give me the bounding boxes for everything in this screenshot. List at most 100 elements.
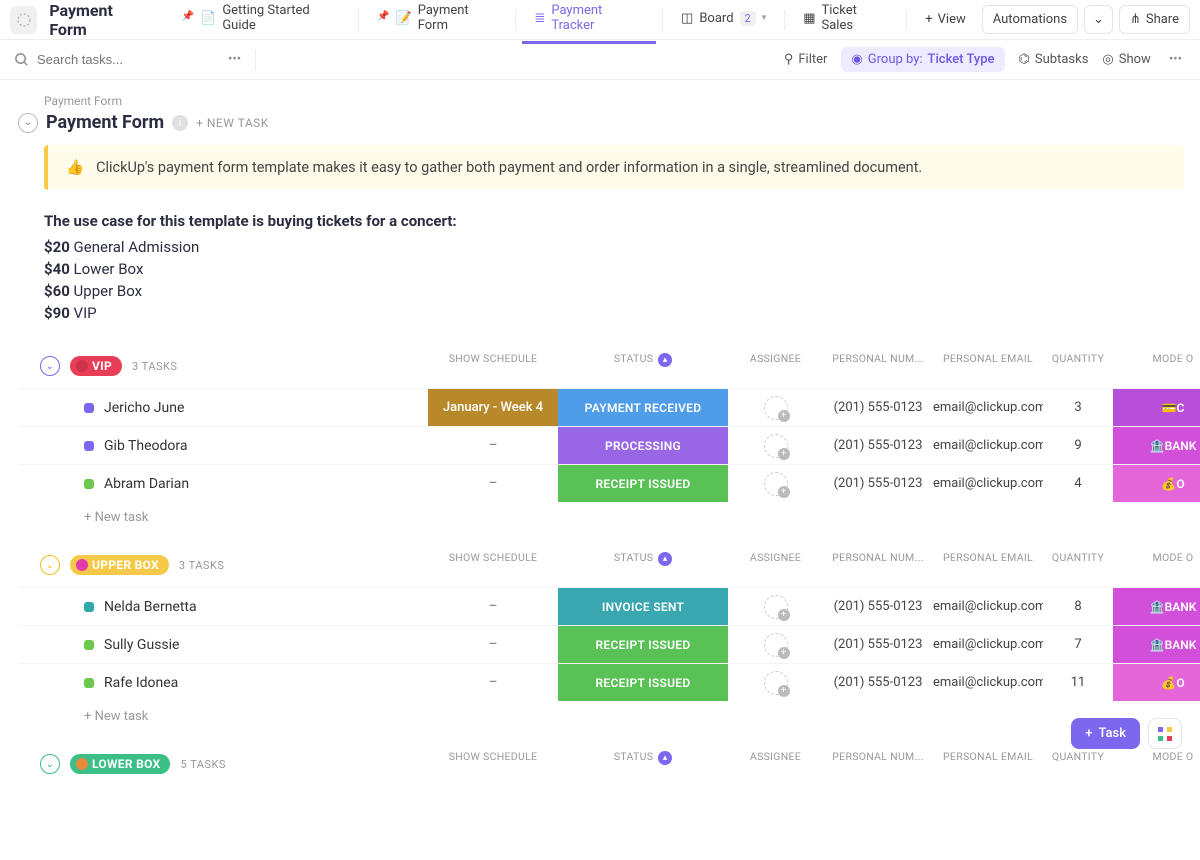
- quantity-cell[interactable]: 4: [1043, 476, 1113, 491]
- col-personal-num[interactable]: PERSONAL NUM...: [823, 547, 933, 587]
- personal-num-cell[interactable]: (201) 555-0123: [823, 637, 933, 652]
- col-show-schedule[interactable]: SHOW SCHEDULE: [428, 547, 558, 587]
- toolbar-more-icon[interactable]: •••: [1165, 48, 1186, 71]
- personal-email-cell[interactable]: email@clickup.com: [933, 400, 1043, 415]
- task-row[interactable]: Nelda Bernetta–INVOICE SENT(201) 555-012…: [18, 587, 1200, 625]
- sort-icon[interactable]: ▴: [658, 751, 672, 765]
- col-status[interactable]: STATUS ▴: [558, 746, 728, 786]
- app-icon[interactable]: [10, 6, 37, 34]
- task-name-cell[interactable]: Nelda Bernetta: [28, 599, 428, 615]
- assignee-cell[interactable]: [728, 671, 823, 695]
- quantity-cell[interactable]: 3: [1043, 400, 1113, 415]
- new-task-fab[interactable]: + Task: [1071, 718, 1140, 749]
- personal-num-cell[interactable]: (201) 555-0123: [823, 438, 933, 453]
- task-name-cell[interactable]: Jericho June: [28, 400, 428, 416]
- share-button[interactable]: ⋔ Share: [1119, 5, 1190, 34]
- group-collapse-icon[interactable]: ⌄: [40, 555, 60, 575]
- col-personal-email[interactable]: PERSONAL EMAIL: [933, 746, 1043, 786]
- schedule-cell[interactable]: –: [428, 427, 558, 464]
- mode-cell[interactable]: 🏦BANK: [1113, 427, 1200, 464]
- new-task-row[interactable]: + New task: [18, 502, 1200, 533]
- col-assignee[interactable]: ASSIGNEE: [728, 348, 823, 388]
- task-name-cell[interactable]: Sully Gussie: [28, 637, 428, 653]
- col-mode[interactable]: MODE O: [1113, 547, 1200, 587]
- tab-ticket-sales[interactable]: ▦ Ticket Sales: [791, 0, 900, 44]
- more-options-icon[interactable]: •••: [224, 48, 245, 71]
- task-name-cell[interactable]: Abram Darian: [28, 476, 428, 492]
- col-personal-num[interactable]: PERSONAL NUM...: [823, 348, 933, 388]
- group-chip[interactable]: UPPER BOX: [70, 555, 169, 575]
- assignee-cell[interactable]: [728, 434, 823, 458]
- col-show-schedule[interactable]: SHOW SCHEDULE: [428, 746, 558, 786]
- status-cell[interactable]: RECEIPT ISSUED: [558, 664, 728, 701]
- personal-num-cell[interactable]: (201) 555-0123: [823, 476, 933, 491]
- schedule-cell[interactable]: –: [428, 588, 558, 625]
- mode-cell[interactable]: 🏦BANK: [1113, 588, 1200, 625]
- collapse-all-icon[interactable]: ⌄: [18, 113, 38, 133]
- add-assignee-icon[interactable]: [764, 633, 788, 657]
- assignee-cell[interactable]: [728, 472, 823, 496]
- status-cell[interactable]: INVOICE SENT: [558, 588, 728, 625]
- subtasks-button[interactable]: ⌬ Subtasks: [1019, 52, 1089, 67]
- quantity-cell[interactable]: 11: [1043, 675, 1113, 690]
- new-task-row[interactable]: + New task: [18, 701, 1200, 732]
- col-assignee[interactable]: ASSIGNEE: [728, 547, 823, 587]
- mode-cell[interactable]: 💳C: [1113, 389, 1200, 426]
- schedule-cell[interactable]: January - Week 4: [428, 389, 558, 426]
- col-status[interactable]: STATUS ▴: [558, 547, 728, 587]
- group-chip[interactable]: LOWER BOX: [70, 754, 170, 774]
- col-quantity[interactable]: QUANTITY: [1043, 348, 1113, 388]
- quantity-cell[interactable]: 8: [1043, 599, 1113, 614]
- col-personal-email[interactable]: PERSONAL EMAIL: [933, 348, 1043, 388]
- info-icon[interactable]: i: [172, 115, 188, 131]
- breadcrumb[interactable]: Payment Form: [18, 94, 1200, 108]
- assignee-cell[interactable]: [728, 595, 823, 619]
- add-assignee-icon[interactable]: [764, 472, 788, 496]
- schedule-cell[interactable]: –: [428, 465, 558, 502]
- personal-num-cell[interactable]: (201) 555-0123: [823, 400, 933, 415]
- group-collapse-icon[interactable]: ⌄: [40, 754, 60, 774]
- search-input[interactable]: [37, 52, 187, 67]
- col-status[interactable]: STATUS ▴: [558, 348, 728, 388]
- status-cell[interactable]: PROCESSING: [558, 427, 728, 464]
- col-mode[interactable]: MODE O: [1113, 746, 1200, 786]
- status-cell[interactable]: RECEIPT ISSUED: [558, 465, 728, 502]
- automations-dropdown[interactable]: ⌄: [1084, 5, 1113, 34]
- task-name-cell[interactable]: Rafe Idonea: [28, 675, 428, 691]
- automations-button[interactable]: Automations: [982, 5, 1078, 34]
- schedule-cell[interactable]: –: [428, 626, 558, 663]
- mode-cell[interactable]: 💰O: [1113, 465, 1200, 502]
- task-row[interactable]: Gib Theodora–PROCESSING(201) 555-0123ema…: [18, 426, 1200, 464]
- schedule-cell[interactable]: –: [428, 664, 558, 701]
- apps-fab[interactable]: [1148, 718, 1182, 749]
- task-row[interactable]: Sully Gussie–RECEIPT ISSUED (201) 555-012…: [18, 625, 1200, 663]
- quantity-cell[interactable]: 7: [1043, 637, 1113, 652]
- personal-email-cell[interactable]: email@clickup.com: [933, 438, 1043, 453]
- tab-payment-form[interactable]: 📌 📝 Payment Form: [365, 0, 509, 44]
- personal-email-cell[interactable]: email@clickup.com: [933, 675, 1043, 690]
- mode-cell[interactable]: 🏦BANK: [1113, 626, 1200, 663]
- personal-email-cell[interactable]: email@clickup.com: [933, 476, 1043, 491]
- personal-num-cell[interactable]: (201) 555-0123: [823, 675, 933, 690]
- personal-email-cell[interactable]: email@clickup.com: [933, 599, 1043, 614]
- task-row[interactable]: Jericho JuneJanuary - Week 4PAYMENT RECE…: [18, 388, 1200, 426]
- filter-button[interactable]: ⚲ Filter: [784, 52, 828, 67]
- add-assignee-icon[interactable]: [764, 671, 788, 695]
- col-quantity[interactable]: QUANTITY: [1043, 547, 1113, 587]
- status-cell[interactable]: PAYMENT RECEIVED: [558, 389, 728, 426]
- tab-payment-tracker[interactable]: ≣ Payment Tracker: [522, 0, 656, 44]
- add-assignee-icon[interactable]: [764, 396, 788, 420]
- col-assignee[interactable]: ASSIGNEE: [728, 746, 823, 786]
- add-assignee-icon[interactable]: [764, 595, 788, 619]
- status-cell[interactable]: RECEIPT ISSUED: [558, 626, 728, 663]
- assignee-cell[interactable]: [728, 396, 823, 420]
- assignee-cell[interactable]: [728, 633, 823, 657]
- add-assignee-icon[interactable]: [764, 434, 788, 458]
- col-personal-num[interactable]: PERSONAL NUM...: [823, 746, 933, 786]
- task-row[interactable]: Abram Darian–RECEIPT ISSUED (201) 555-012…: [18, 464, 1200, 502]
- col-personal-email[interactable]: PERSONAL EMAIL: [933, 547, 1043, 587]
- group-collapse-icon[interactable]: ⌄: [40, 356, 60, 376]
- add-view-button[interactable]: + View: [915, 6, 976, 33]
- col-show-schedule[interactable]: SHOW SCHEDULE: [428, 348, 558, 388]
- col-mode[interactable]: MODE O: [1113, 348, 1200, 388]
